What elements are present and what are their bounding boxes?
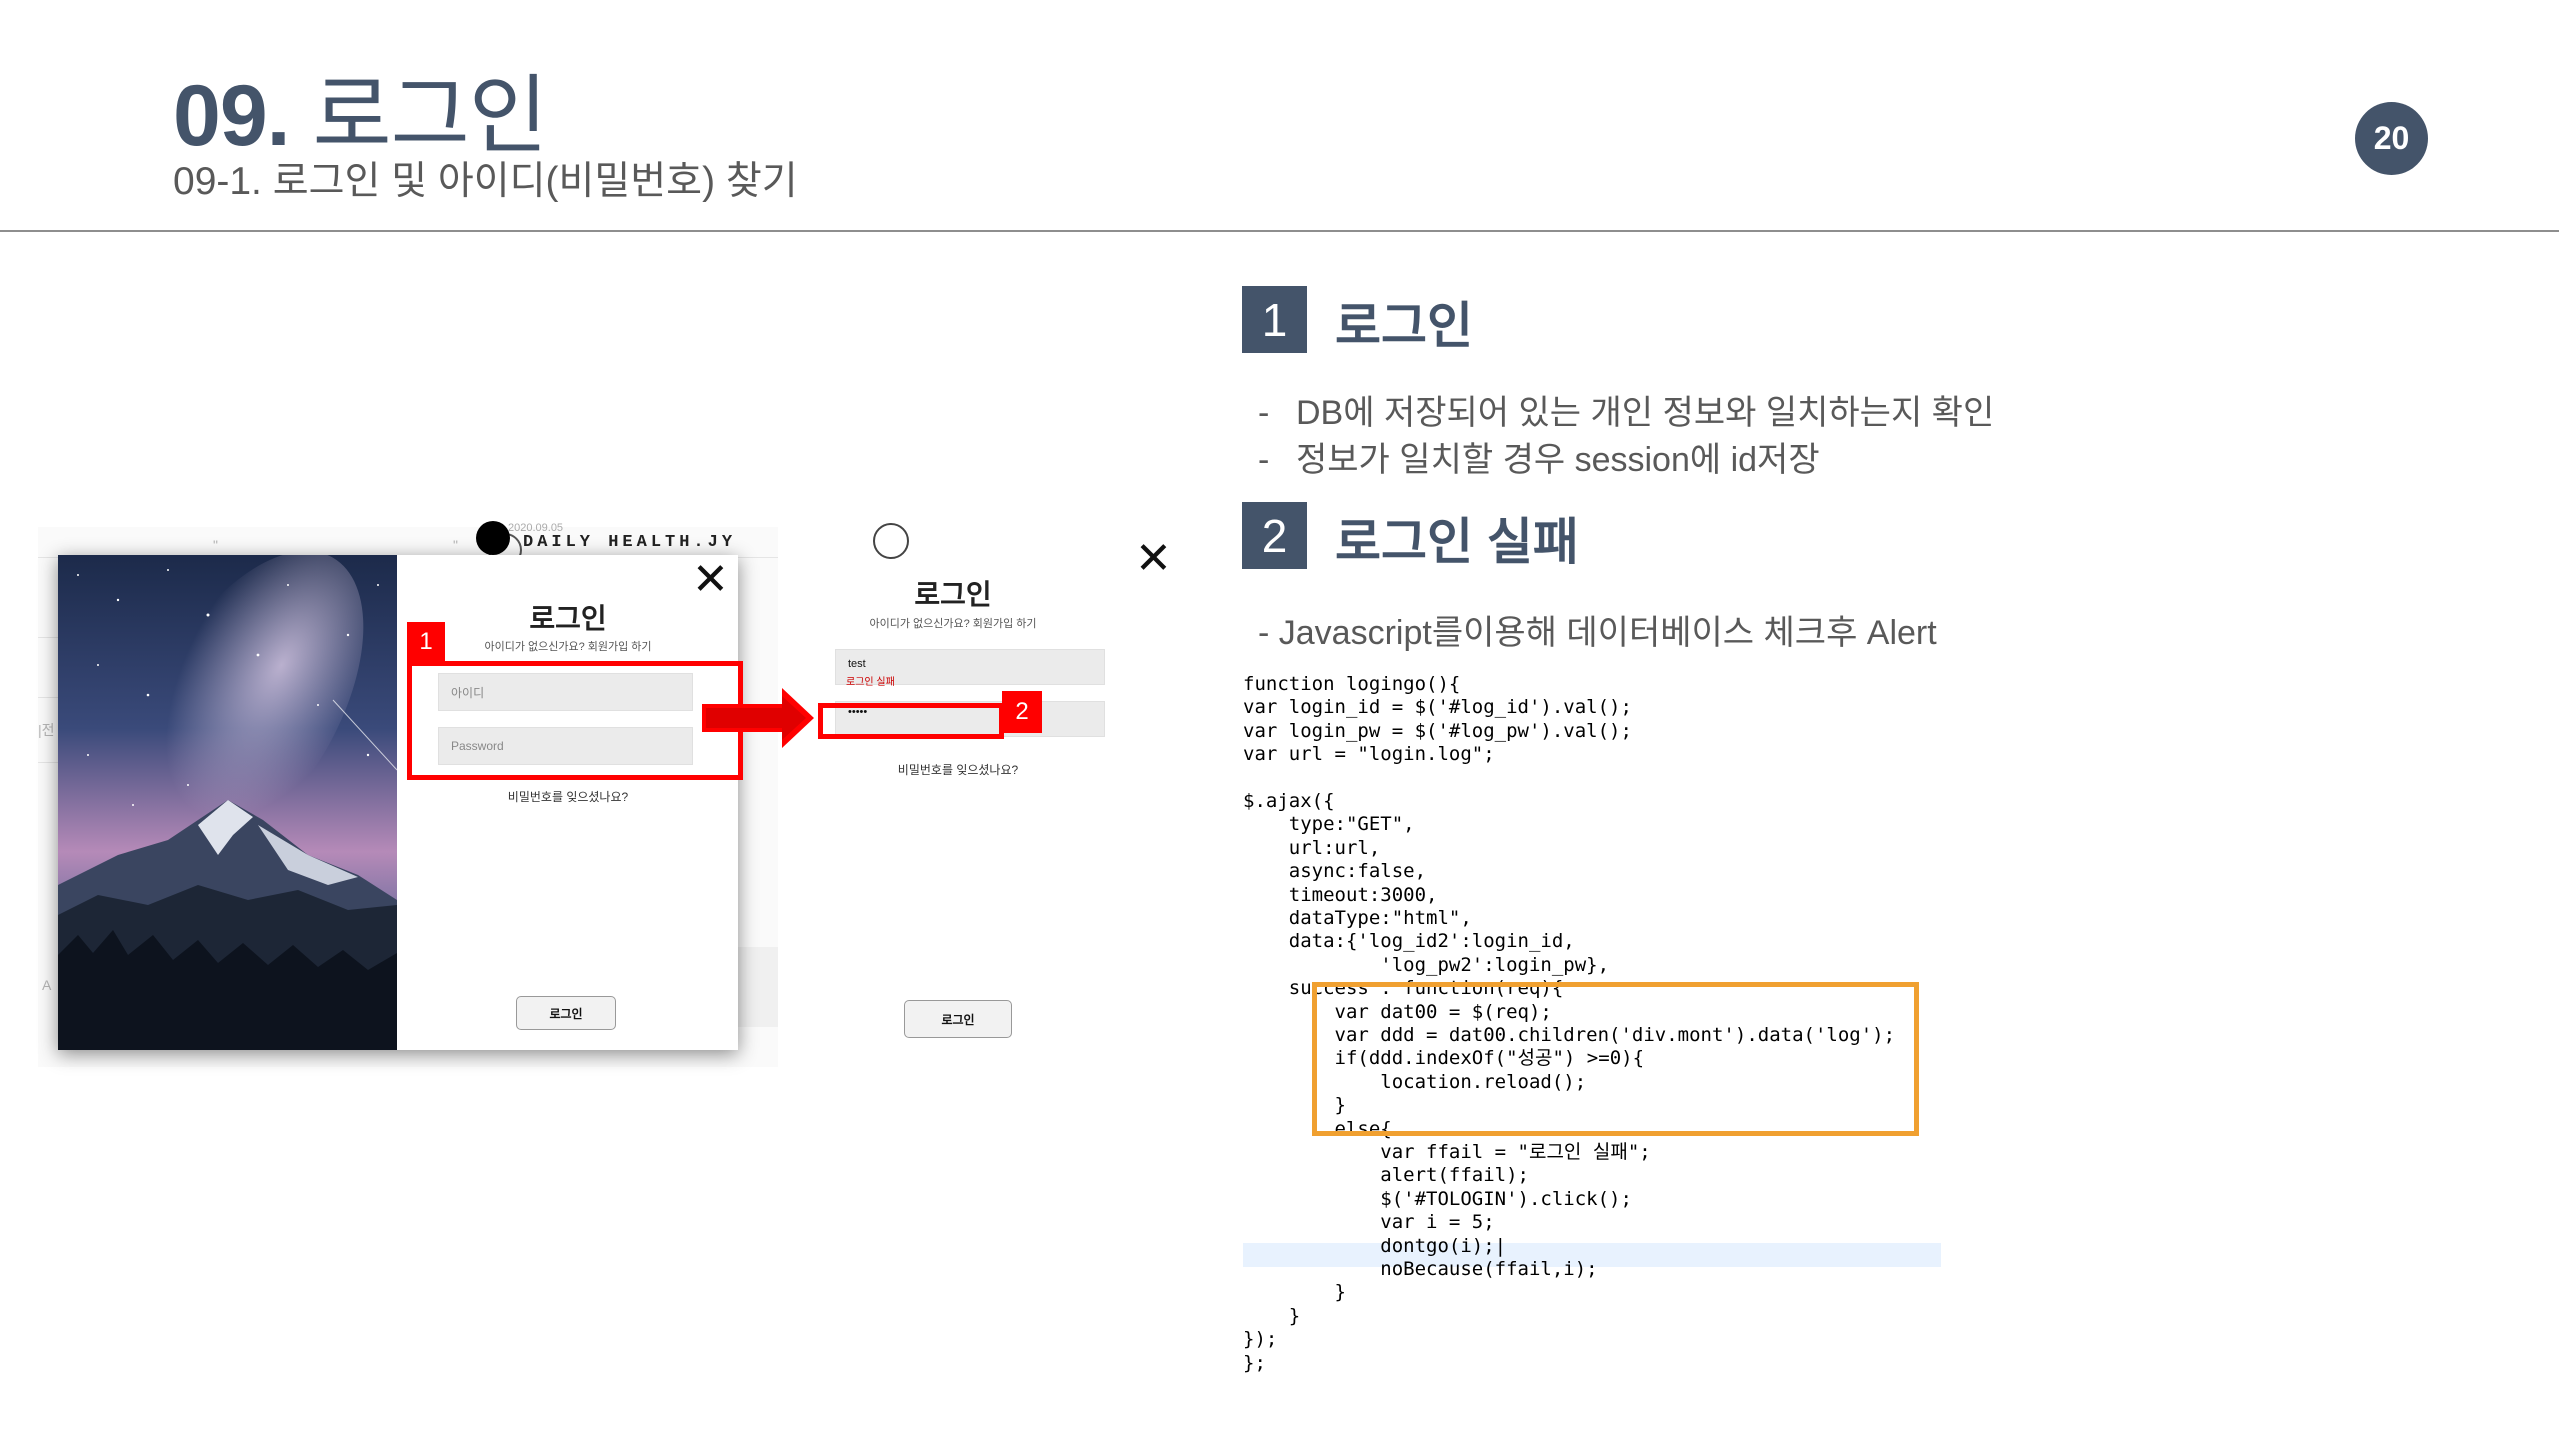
bullet-item: - DB에 저장되어 있는 개인 정보와 일치하는지 확인 xyxy=(1258,385,1994,434)
annotation-badge-1: 1 xyxy=(407,622,445,662)
login-screenshot: " " |전 A 2020.09.05 DAILY HEALTH.JY ✕ 로그… xyxy=(38,515,1188,1075)
faded-text: " xyxy=(453,537,458,553)
signup-link[interactable]: 아이디가 없으신가요? 회원가입 하기 xyxy=(468,638,668,654)
code-line: data:{'log_id2':login_id, xyxy=(1243,930,1575,953)
code-line: }); xyxy=(1243,1328,1278,1351)
code-line: async:false, xyxy=(1243,860,1427,883)
code-line: function logingo(){ xyxy=(1243,673,1461,695)
login-failed-modal: ✕ 로그인 아이디가 없으신가요? 회원가입 하기 test 로그인 실패 ••… xyxy=(793,523,1188,1070)
code-line: noBecause(ffail,i); xyxy=(1243,1258,1598,1280)
login-fail-message: 로그인 실패 xyxy=(846,677,895,688)
header-divider xyxy=(0,230,2559,232)
section-description: - Javascript를이용해 데이터베이스 체크후 Alert xyxy=(1258,614,1937,652)
faded-text: A xyxy=(42,977,52,993)
login-modal: ✕ 로그인 아이디가 없으신가요? 회원가입 하기 아이디 Password 비… xyxy=(58,555,738,1050)
arrow-right-icon xyxy=(702,688,814,748)
brand-logo: DAILY HEALTH.JY xyxy=(523,533,737,552)
modal-title: 로그인 xyxy=(529,603,607,634)
faded-panel xyxy=(738,947,778,1027)
fail-message-highlight xyxy=(818,703,1004,739)
code-line: dataType:"html", xyxy=(1243,907,1472,929)
bullet-dash: - xyxy=(1258,394,1270,432)
code-line: $.ajax({ xyxy=(1243,790,1335,812)
code-line: var login_pw = $('#log_pw').val(); xyxy=(1243,719,1632,742)
login-button[interactable]: 로그인 xyxy=(904,1000,1012,1038)
night-sky-photo xyxy=(58,555,397,1050)
bullet-text: 정보가 일치할 경우 session에 id저장 xyxy=(1296,441,1820,479)
logo-ring-icon xyxy=(873,523,909,559)
page-number-badge: 20 xyxy=(2355,102,2428,175)
code-line: url:url, xyxy=(1243,836,1381,859)
code-line: 'log_pw2':login_pw}, xyxy=(1243,953,1610,976)
code-line: alert(ffail); xyxy=(1243,1164,1529,1187)
code-line: type:"GET", xyxy=(1243,813,1415,836)
login-button[interactable]: 로그인 xyxy=(516,996,616,1030)
code-line: dontgo(i);| xyxy=(1243,1234,1507,1257)
modal-title: 로그인 xyxy=(914,579,992,610)
section-number-2: 2 xyxy=(1242,502,1307,569)
logo-dot-icon xyxy=(476,521,510,555)
login-inputs-highlight xyxy=(407,661,743,780)
code-line: } xyxy=(1243,1304,1301,1327)
section-title-1: 로그인 xyxy=(1335,298,1473,354)
slide-subtitle: 09-1. 로그인 및 아이디(비밀번호) 찾기 xyxy=(173,160,798,203)
annotation-badge-2: 2 xyxy=(1002,691,1042,733)
forgot-password-link[interactable]: 비밀번호를 잊으셨나요? xyxy=(873,761,1043,778)
success-branch-highlight xyxy=(1312,982,1919,1136)
faded-text: " xyxy=(213,537,218,553)
code-line: $('#TOLOGIN').click(); xyxy=(1243,1187,1632,1210)
signup-link[interactable]: 아이디가 없으신가요? 회원가입 하기 xyxy=(868,615,1038,631)
code-line: var login_id = $('#log_id').val(); xyxy=(1243,696,1632,719)
faded-text: |전 xyxy=(38,722,55,738)
section-number-1: 1 xyxy=(1242,286,1307,353)
close-icon[interactable]: ✕ xyxy=(1135,537,1172,581)
bullet-item: - 정보가 일치할 경우 session에 id저장 xyxy=(1258,432,1820,481)
mountain-image xyxy=(58,555,397,1050)
code-line: }; xyxy=(1243,1351,1266,1374)
code-line: var ffail = "로그인 실패"; xyxy=(1243,1141,1651,1163)
code-line: var i = 5; xyxy=(1243,1211,1495,1234)
code-line: var url = "login.log"; xyxy=(1243,743,1495,766)
section-title-2: 로그인 실패 xyxy=(1335,514,1579,570)
code-line: } xyxy=(1243,1281,1346,1304)
code-line: timeout:3000, xyxy=(1243,883,1438,906)
forgot-password-link[interactable]: 비밀번호를 잊으셨나요? xyxy=(478,788,658,805)
close-icon[interactable]: ✕ xyxy=(692,558,729,602)
bullet-dash: - xyxy=(1258,441,1270,479)
bullet-text: DB에 저장되어 있는 개인 정보와 일치하는지 확인 xyxy=(1296,394,1995,432)
